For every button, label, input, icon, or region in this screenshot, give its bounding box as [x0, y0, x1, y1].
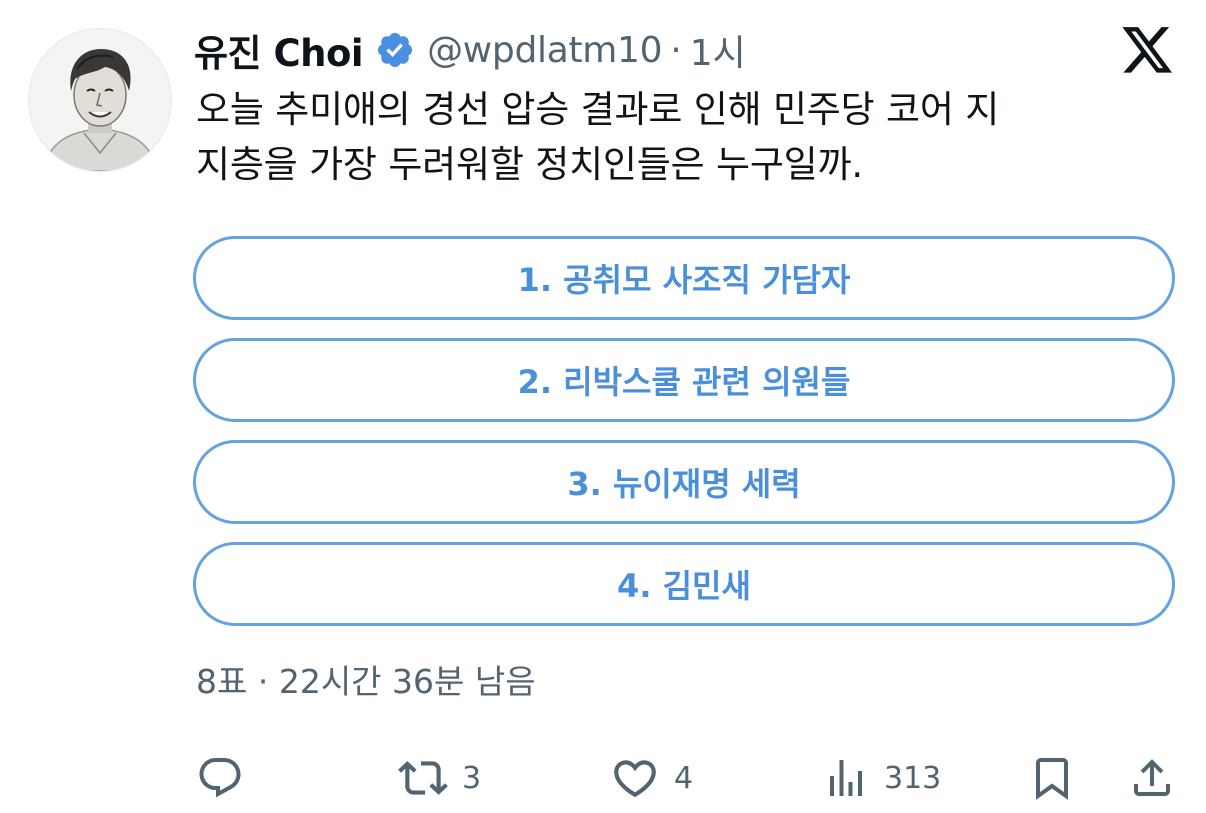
views-icon: [830, 760, 862, 796]
heart-icon: [614, 760, 656, 798]
author-display-name[interactable]: 유진 Choi: [194, 23, 364, 77]
bookmark-icon: [1036, 758, 1068, 800]
tweet-text-line-1: 오늘 추미애의 경선 압승 결과로 인해 민주당 코어 지: [196, 88, 1000, 131]
poll-status: 8표 · 22시간 36분 남음: [196, 662, 536, 701]
x-logo-icon: [1122, 27, 1174, 75]
like-count: 4: [674, 760, 694, 796]
repost-count: 3: [462, 760, 482, 796]
views-count: 313: [884, 760, 942, 796]
header-separator: ·: [670, 29, 682, 71]
share-icon: [1134, 759, 1170, 796]
avatar-image: [29, 29, 171, 171]
bookmark-button[interactable]: [1028, 750, 1076, 806]
like-button[interactable]: 4: [610, 750, 693, 806]
tweet-header: 유진 Choi @wpdlatm10 · 1시: [194, 22, 746, 78]
reply-icon: [199, 758, 241, 798]
tweet-text: 오늘 추미애의 경선 압승 결과로 인해 민주당 코어 지 지층을 가장 두려워…: [196, 82, 1166, 192]
reply-button[interactable]: [196, 750, 244, 806]
verified-badge-icon[interactable]: [375, 30, 415, 70]
poll-option-3[interactable]: 3. 뉴이재명 세력: [193, 440, 1175, 524]
repost-button[interactable]: 3: [398, 750, 481, 806]
poll-option-4[interactable]: 4. 김민새: [193, 542, 1175, 626]
views-button[interactable]: 313: [822, 750, 941, 806]
share-button[interactable]: [1128, 750, 1176, 806]
tweet-text-line-2: 지층을 가장 두려워할 정치인들은 누구일까.: [196, 143, 863, 186]
poll-option-2[interactable]: 2. 리박스쿨 관련 의원들: [193, 338, 1175, 422]
tweet-timestamp[interactable]: 1시: [690, 24, 746, 76]
avatar[interactable]: [28, 28, 172, 172]
poll-option-1[interactable]: 1. 공취모 사조직 가담자: [193, 236, 1175, 320]
repost-icon: [398, 761, 448, 795]
author-handle[interactable]: @wpdlatm10: [427, 30, 663, 71]
